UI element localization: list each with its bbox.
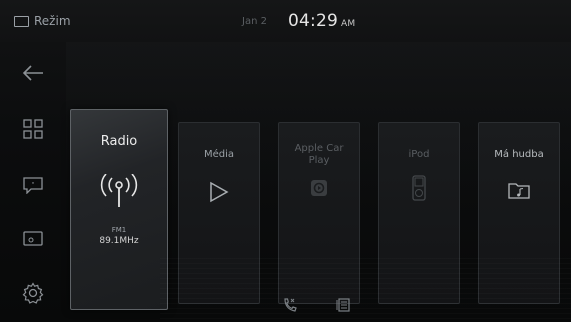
message-icon: ": [23, 177, 43, 194]
messages-button[interactable]: ": [0, 160, 66, 210]
voice-call-icon[interactable]: [282, 297, 298, 313]
home-grid-button[interactable]: [0, 104, 66, 154]
back-arrow-icon: [22, 65, 43, 81]
settings-gear-icon: [22, 282, 44, 304]
source-label: iPod: [408, 149, 430, 160]
screen-icon: [23, 231, 43, 246]
date-text: Jan 2: [242, 16, 267, 27]
music-folder-icon: [508, 183, 530, 199]
sidebar: ": [0, 42, 66, 322]
mode-label: Režim: [34, 14, 71, 28]
source-label: Má hudba: [494, 149, 544, 160]
grid-menu-icon: [23, 119, 43, 139]
ipod-icon-wrap: [379, 175, 459, 201]
media-icon-wrap: [179, 181, 259, 203]
time-text: 04:29: [288, 11, 338, 31]
screen-button[interactable]: [0, 214, 66, 264]
carplay-icon: [311, 180, 327, 196]
floor-texture: [160, 258, 571, 322]
play-icon: [210, 181, 229, 203]
source-label: Radio: [100, 134, 138, 149]
source-label-line1: Apple Car: [294, 143, 344, 154]
carplay-icon-wrap: [279, 179, 359, 197]
source-label: Apple Car Play: [279, 143, 359, 167]
radio-band: FM1: [111, 226, 127, 234]
status-bar: Režim Jan 2 04:29 AM: [0, 0, 571, 42]
radio-frequency: 89.1MHz: [99, 236, 139, 246]
source-label: Média: [203, 149, 235, 160]
menu-book-icon[interactable]: [336, 297, 352, 313]
settings-button[interactable]: [0, 268, 66, 318]
radio-antenna-icon: [100, 174, 138, 207]
bottom-bar: [282, 297, 352, 313]
infotainment-screen: Režim Jan 2 04:29 AM " Radio FM1 89.1MHz…: [0, 0, 571, 322]
mode-button[interactable]: Režim: [14, 13, 71, 29]
svg-text:": ": [32, 182, 35, 189]
back-button[interactable]: [0, 48, 66, 98]
source-card-radio[interactable]: Radio FM1 89.1MHz: [70, 109, 168, 310]
source-label-line2: Play: [308, 155, 330, 166]
ipod-icon: [412, 175, 426, 201]
ampm-text: AM: [341, 19, 356, 29]
radio-icon-wrap: [71, 174, 167, 208]
my-music-icon-wrap: [479, 181, 559, 199]
clock: 04:29 AM: [288, 11, 355, 31]
screen-mode-icon: [14, 15, 29, 27]
